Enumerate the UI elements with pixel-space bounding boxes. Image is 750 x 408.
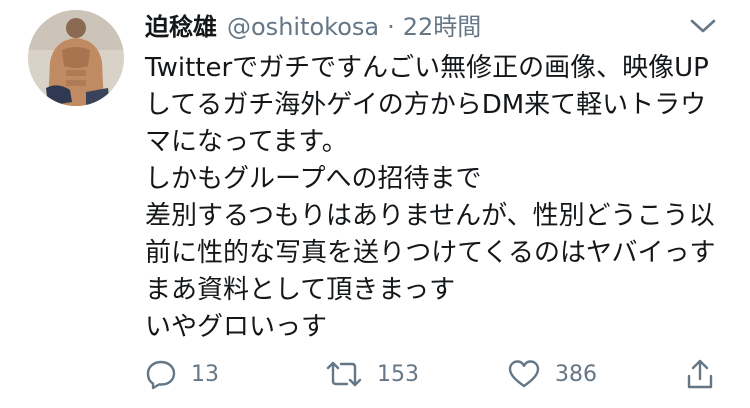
like-icon xyxy=(508,360,540,388)
retweet-icon xyxy=(326,361,362,387)
share-icon xyxy=(687,359,713,389)
avatar[interactable] xyxy=(28,10,124,106)
tweet-text-line: マになってます。 xyxy=(145,127,348,157)
action-bar: 13 153 386 xyxy=(145,352,735,396)
tweet-text-line: まあ資料として頂きまっす xyxy=(145,275,456,305)
tweet-text-line: いやグロいっす xyxy=(145,312,328,342)
tweet-header: 迫稔雄 @oshitokosa · 22時間 xyxy=(145,10,481,44)
tweet-text-line: してるガチ海外ゲイの方からDM来て軽いトラウ xyxy=(145,90,707,120)
share-button[interactable] xyxy=(685,352,715,396)
separator-dot: · xyxy=(387,13,395,41)
tweet-text-line: 差別するつもりはありませんが、性別どうこう以 xyxy=(145,201,715,231)
tweet-card: 迫稔雄 @oshitokosa · 22時間 Twitterでガチですんごい無修… xyxy=(0,0,750,408)
reply-icon xyxy=(146,360,176,390)
like-button[interactable]: 386 xyxy=(507,352,597,396)
tweet-text-line: Twitterでガチですんごい無修正の画像、映像UP xyxy=(145,53,709,83)
like-count: 386 xyxy=(555,361,597,387)
retweet-button[interactable]: 153 xyxy=(325,352,419,396)
retweet-count: 153 xyxy=(377,361,419,387)
reply-count: 13 xyxy=(191,361,219,387)
tweet-text-line: しかもグループへの招待まで xyxy=(145,164,482,194)
avatar-image xyxy=(28,10,124,106)
more-options-button[interactable] xyxy=(688,16,718,36)
tweet-text: Twitterでガチですんごい無修正の画像、映像UP してるガチ海外ゲイの方から… xyxy=(145,50,735,346)
user-handle[interactable]: @oshitokosa xyxy=(227,10,379,44)
display-name[interactable]: 迫稔雄 xyxy=(145,10,217,44)
reply-button[interactable]: 13 xyxy=(145,352,219,396)
tweet-text-line: 前に性的な写真を送りつけてくるのはヤバイっす xyxy=(145,238,716,268)
timestamp[interactable]: 22時間 xyxy=(403,10,482,44)
chevron-down-icon xyxy=(690,19,716,33)
